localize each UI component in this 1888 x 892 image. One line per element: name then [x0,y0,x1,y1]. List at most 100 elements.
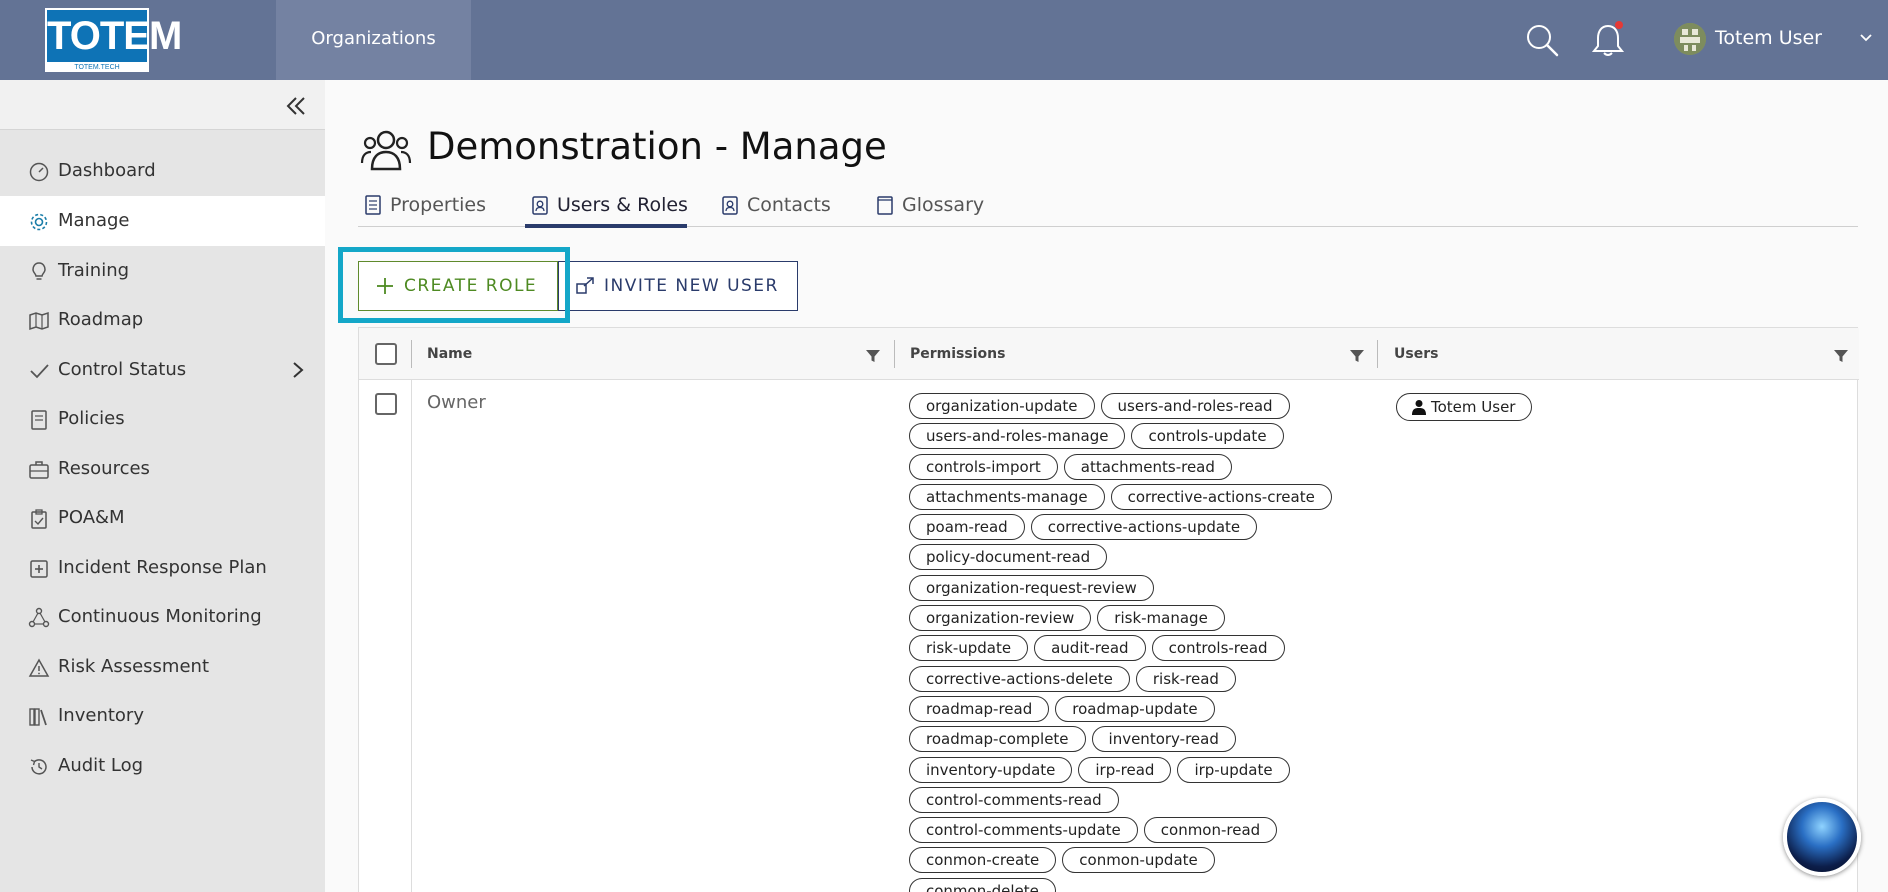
network-icon [28,607,50,628]
permission-chip: corrective-actions-delete [909,665,1130,692]
sidebar-item-label: Resources [58,458,150,479]
chevron-right-icon[interactable] [288,360,308,380]
sidebar-item-roadmap[interactable]: Roadmap [0,295,325,345]
permission-row: control-comments-read [909,786,1379,817]
tab-contacts[interactable]: Contacts [715,185,845,227]
sidebar-item-control-status[interactable]: Control Status [0,345,325,395]
pixel-avatar-icon [1674,23,1706,55]
permission-chip: organization-request-review [909,574,1154,601]
sidebar-item-incident-response-plan[interactable]: Incident Response Plan [0,543,325,593]
permission-chip: policy-document-read [909,544,1108,571]
totem-logo[interactable]: TOTEM TOTEM.TECH [45,8,182,72]
logo-subtext: TOTEM.TECH [74,64,120,71]
permission-chip: controls-update [1131,423,1284,450]
column-header-users[interactable]: Users [1394,328,1438,380]
document-icon [365,195,381,215]
sidebar-item-label: Roadmap [58,309,144,330]
permission-row: attachments-manage corrective-actions-cre… [909,483,1379,514]
permission-chip: irp-read [1078,756,1172,783]
double-chevron-left-icon[interactable] [284,94,308,118]
sidebar-item-label: Continuous Monitoring [58,606,262,627]
top-header: TOTEM TOTEM.TECH Organizations Totem Use… [0,0,1888,80]
search-icon[interactable] [1524,22,1560,58]
sidebar-item-continuous-monitoring[interactable]: Continuous Monitoring [0,592,325,642]
sidebar-item-policies[interactable]: Policies [0,394,325,444]
permission-chip: risk-manage [1097,605,1225,632]
tab-users-roles[interactable]: Users & Roles [525,185,688,228]
permission-chip: users-and-roles-read [1100,393,1290,419]
sidebar: Dashboard Manage Training Roadmap Contro… [0,80,325,892]
sidebar-item-manage[interactable]: Manage [0,196,325,246]
focus-highlight [338,247,570,323]
column-header-permissions[interactable]: Permissions [910,328,1005,380]
sidebar-item-label: Incident Response Plan [58,557,267,578]
sidebar-item-label: Manage [58,210,130,231]
tab-properties[interactable]: Properties [358,185,508,227]
page-title: Demonstration - Manage [427,125,887,168]
avatar[interactable] [1674,23,1706,55]
sidebar-item-inventory[interactable]: Inventory [0,691,325,741]
permission-chip: inventory-read [1091,726,1236,753]
sidebar-item-label: Control Status [58,359,187,380]
history-icon [30,759,47,775]
permission-chip: conmon-read [1143,817,1278,844]
permission-chip: irp-update [1177,756,1290,783]
sidebar-item-label: Dashboard [58,160,156,181]
book-icon [877,196,893,215]
select-all-checkbox[interactable] [375,343,397,365]
sidebar-item-label: Audit Log [58,755,144,776]
permission-row: policy-document-read [909,544,1379,574]
gauge-icon [29,162,49,182]
permission-row: inventory-update irp-read irp-update [909,756,1379,787]
filter-icon[interactable] [865,348,881,364]
user-name[interactable]: Totem User [1715,24,1822,52]
assistant-avatar-button[interactable] [1783,798,1861,876]
column-separator [411,340,412,368]
permission-row: roadmap-complete inventory-read [909,726,1379,756]
tab-label: Users & Roles [557,194,688,216]
users-group-icon [360,130,412,171]
row-checkbox[interactable] [375,393,397,415]
permission-row: users-and-roles-manage controls-update [909,423,1379,453]
filter-icon[interactable] [1349,348,1365,364]
id-badge-icon [532,196,548,215]
permission-chip: audit-read [1034,635,1146,662]
library-icon [29,708,47,726]
permission-chip: corrective-actions-update [1030,514,1258,541]
sidebar-item-label: Policies [58,408,125,429]
column-header-name[interactable]: Name [427,328,472,380]
roles-table: Name Permissions Users Owner organizatio… [358,327,1859,892]
sidebar-item-poam[interactable]: POA&M [0,493,325,543]
permission-chip: risk-read [1135,665,1236,692]
permission-chip: conmon-create [909,847,1057,874]
permission-chip: users-and-roles-manage [909,423,1126,450]
permission-chip: organization-review [909,605,1092,632]
permission-chip: organization-update [909,393,1095,419]
sidebar-item-audit-log[interactable]: Audit Log [0,741,325,791]
sidebar-item-dashboard[interactable]: Dashboard [0,146,325,196]
tab-glossary[interactable]: Glossary [870,185,1000,227]
filter-icon[interactable] [1833,348,1849,364]
organizations-tab[interactable]: Organizations [276,0,471,80]
sidebar-item-training[interactable]: Training [0,246,325,296]
chevron-down-icon[interactable] [1858,30,1874,46]
sidebar-item-label: Risk Assessment [58,656,210,677]
permission-chip: attachments-manage [909,483,1105,510]
permission-row: conmon-create conmon-update [909,847,1379,877]
sidebar-item-risk-assessment[interactable]: Risk Assessment [0,642,325,692]
permission-row: poam-read corrective-actions-update [909,514,1379,544]
sidebar-item-label: Training [58,260,130,281]
sidebar-item-resources[interactable]: Resources [0,444,325,494]
check-icon [30,364,49,379]
permission-chip: controls-import [909,453,1058,480]
contact-card-icon [722,196,738,215]
tab-label: Properties [390,194,487,216]
notification-dot [1615,21,1623,29]
user-chip[interactable]: Totem User [1396,393,1533,421]
invite-new-user-button[interactable]: INVITE NEW USER [558,261,798,311]
map-icon [29,311,49,331]
role-name[interactable]: Owner [427,392,486,413]
document-icon [31,410,47,430]
permissions-list: organization-update users-and-roles-read u… [909,393,1379,892]
table-header: Name Permissions Users [359,328,1859,380]
